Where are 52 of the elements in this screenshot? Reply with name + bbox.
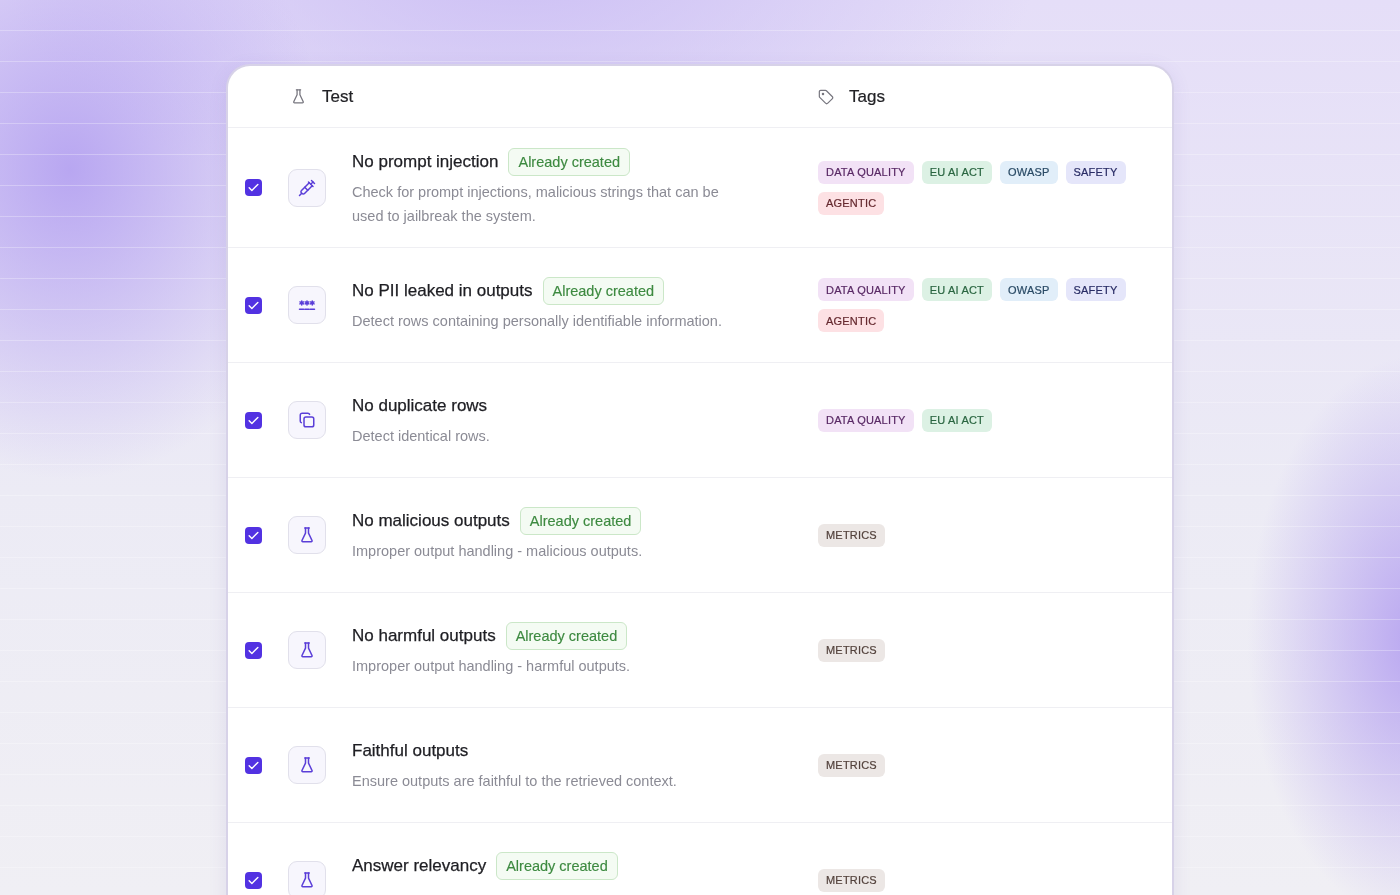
test-name: No PII leaked in outputs [352,281,533,301]
test-name: No prompt injection [352,151,499,172]
tag: DATA QUALITY [818,160,914,184]
syringe-icon [288,168,326,207]
tag: AGENTIC [818,191,885,215]
column-header: Tags [849,86,885,107]
tag: METRICS [818,868,885,892]
test-name: Answer relevancy [352,856,487,876]
flask-icon [288,631,326,669]
checkbox[interactable] [245,756,262,774]
test-description: Ensure outputs are faithful to the retrieved context. [352,772,678,791]
status-badge: Already created [508,147,631,176]
checkmark-icon [247,181,260,194]
tag: OWASP [1000,160,1058,184]
checkbox[interactable] [245,179,262,196]
status-badge: Already created [542,277,665,305]
flask-icon [288,746,326,784]
status-badge: Already created [496,852,618,880]
test-description: Detect rows containing personally identifiable information. [352,312,723,331]
tag: DATA QUALITY [818,278,914,301]
flask-icon [290,88,307,105]
tag: AGENTIC [818,309,885,332]
copy-icon [288,401,326,439]
test-name: No harmful outputs [352,626,496,646]
tag: SAFETY [1065,278,1126,301]
status-badge: Already created [505,622,628,650]
tag: OWASP [1000,278,1058,301]
checkbox[interactable] [245,296,262,314]
flask-icon [288,516,326,554]
tag: EU AI ACT [921,160,992,184]
tag: SAFETY [1065,160,1126,184]
checkbox[interactable] [245,411,262,429]
test-name: No duplicate rows [352,396,488,416]
tag: DATA QUALITY [818,408,914,432]
checkbox[interactable] [245,526,262,544]
checkbox[interactable] [245,641,262,659]
tag: METRICS [818,638,885,662]
test-name: Faithful outputs [352,741,469,761]
status-badge: Already created [519,507,642,535]
tag: METRICS [818,523,885,547]
test-name: No malicious outputs [352,511,510,531]
test-description: Improper output handling - harmful outputs. [352,657,632,676]
tag-icon [818,88,834,105]
checkbox[interactable] [245,871,262,889]
test-description: Detect identical rows. [352,427,491,446]
test-description: Improper output handling - malicious outputs. [352,542,644,561]
tag: METRICS [818,753,885,777]
test-description: Check for prompt injections, malicious strings that can be used to jailbreak the system. [352,182,720,226]
column-header: Test [322,86,354,107]
masked-text-icon [288,286,326,324]
tag: EU AI ACT [921,278,992,301]
tag: EU AI ACT [921,408,992,432]
